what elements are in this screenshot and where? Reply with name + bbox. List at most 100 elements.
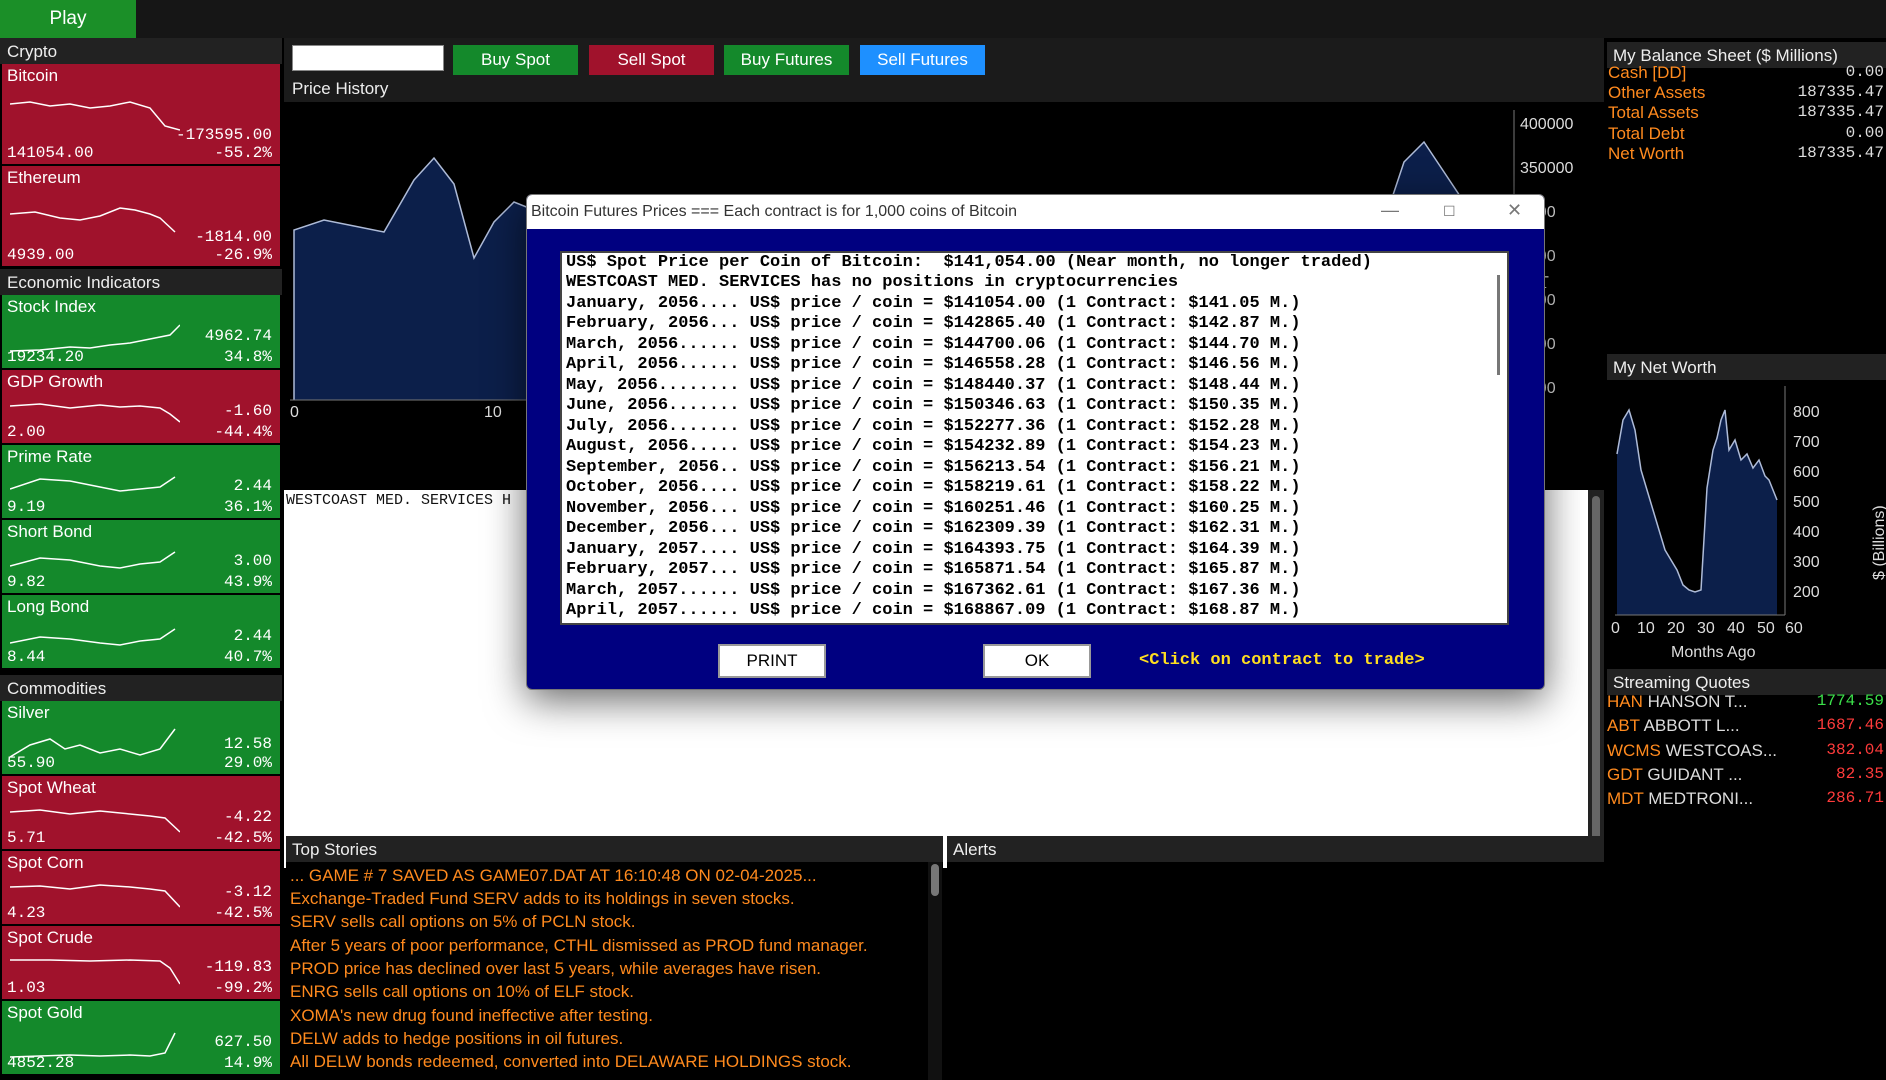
- quote-row[interactable]: MDT MEDTRONI... 286.71: [1607, 789, 1886, 813]
- quote-name: ABBOTT L...: [1643, 716, 1740, 735]
- x-tick-label: 60: [1785, 620, 1803, 637]
- contract-row[interactable]: June, 2056....... US$ price / coin = $15…: [566, 396, 1301, 415]
- sell-futures-button[interactable]: Sell Futures: [860, 45, 985, 75]
- sparkline: [10, 207, 176, 233]
- contract-row[interactable]: April, 2057...... US$ price / coin = $16…: [566, 601, 1301, 620]
- tile-spot-crude[interactable]: Spot Crude -119.83 1.03 -99.2%: [2, 926, 280, 1001]
- tile-value: -4.22: [223, 808, 272, 826]
- buy-spot-button[interactable]: Buy Spot: [453, 45, 578, 75]
- contract-row[interactable]: July, 2056....... US$ price / coin = $15…: [566, 417, 1301, 436]
- contract-row[interactable]: April, 2056...... US$ price / coin = $14…: [566, 355, 1301, 374]
- quote-row[interactable]: GDT GUIDANT ... 82.35: [1607, 765, 1886, 789]
- tile-pct: 40.7%: [223, 648, 272, 666]
- contract-row[interactable]: October, 2056.... US$ price / coin = $15…: [566, 478, 1301, 497]
- contract-row[interactable]: November, 2056... US$ price / coin = $16…: [566, 499, 1301, 518]
- tile-pct: 14.9%: [223, 1054, 272, 1072]
- balance-value: 187335.47: [1797, 144, 1884, 162]
- scroll-thumb[interactable]: [1497, 275, 1500, 375]
- futures-list[interactable]: US$ Spot Price per Coin of Bitcoin: $141…: [560, 251, 1509, 625]
- quote-name: GUIDANT ...: [1647, 765, 1743, 784]
- buy-futures-button[interactable]: Buy Futures: [724, 45, 849, 75]
- contract-row[interactable]: January, 2057.... US$ price / coin = $16…: [566, 540, 1301, 559]
- tile-name: Long Bond: [7, 597, 90, 616]
- quote-row[interactable]: WCMS WESTCOAS... 382.04: [1607, 741, 1886, 765]
- tile-stock-index[interactable]: Stock Index 4962.74 19234.20 34.8%: [2, 295, 280, 370]
- balance-value: 187335.47: [1797, 83, 1884, 101]
- quantity-input[interactable]: [292, 45, 444, 71]
- contract-row[interactable]: February, 2057... US$ price / coin = $16…: [566, 560, 1301, 579]
- tile-name: Prime Rate: [7, 447, 93, 466]
- alerts-header: Alerts: [947, 836, 1604, 862]
- y-tick-label: 700: [1793, 434, 1820, 451]
- tile-short-bond[interactable]: Short Bond 3.00 9.82 43.9%: [2, 520, 280, 595]
- contract-row[interactable]: September, 2056.. US$ price / coin = $15…: [566, 458, 1301, 477]
- tile-value: 3.00: [233, 552, 272, 570]
- story-item[interactable]: DELW adds to hedge positions in oil futu…: [290, 1029, 623, 1049]
- story-item[interactable]: ENRG sells call options on 10% of ELF st…: [290, 982, 634, 1002]
- story-item[interactable]: ... GAME # 7 SAVED AS GAME07.DAT AT 16:1…: [290, 866, 817, 886]
- quote-symbol: WCMS: [1607, 741, 1661, 760]
- tile-ethereum[interactable]: Ethereum -1814.00 4939.00 -26.9%: [2, 166, 280, 268]
- futures-dialog: Bitcoin Futures Prices === Each contract…: [526, 194, 1545, 690]
- tile-base: 8.44: [7, 648, 46, 666]
- story-item[interactable]: PROD price has declined over last 5 year…: [290, 959, 821, 979]
- scroll-thumb[interactable]: [931, 864, 939, 896]
- minimize-icon[interactable]: —: [1381, 200, 1399, 221]
- contract-row[interactable]: May, 2056........ US$ price / coin = $14…: [566, 376, 1301, 395]
- maximize-icon[interactable]: ☐: [1443, 203, 1456, 220]
- right-panel: My Balance Sheet ($ Millions) Cash [DD] 0…: [1607, 38, 1886, 1080]
- tile-bitcoin[interactable]: Bitcoin -173595.00 141054.00 -55.2%: [2, 64, 280, 166]
- top-bar: Play: [0, 0, 1886, 38]
- tile-base: 4.23: [7, 904, 46, 922]
- story-item[interactable]: SERV sells call options on 5% of PCLN st…: [290, 912, 636, 932]
- contract-row[interactable]: March, 2056...... US$ price / coin = $14…: [566, 335, 1301, 354]
- stories-scrollbar[interactable]: [928, 862, 942, 1080]
- close-icon[interactable]: ✕: [1507, 200, 1522, 221]
- story-item[interactable]: All DELW bonds redeemed, converted into …: [290, 1052, 852, 1072]
- scroll-thumb[interactable]: [1592, 496, 1600, 856]
- net-worth-chart: 0 10 20 30 40 50 60 Months Ago 800 700 6…: [1607, 380, 1886, 698]
- tile-value: 12.58: [223, 735, 272, 753]
- story-item[interactable]: After 5 years of poor performance, CTHL …: [290, 936, 868, 956]
- story-item[interactable]: Exchange-Traded Fund SERV adds to its ho…: [290, 889, 795, 909]
- tile-name: Short Bond: [7, 522, 93, 541]
- x-tick-label: 10: [1637, 620, 1655, 637]
- balance-label: Cash [DD]: [1608, 63, 1687, 82]
- tile-base: 4852.28: [7, 1054, 75, 1072]
- story-item[interactable]: XOMA's new drug found ineffective after …: [290, 1006, 653, 1026]
- tile-pct: 43.9%: [223, 573, 272, 591]
- tile-spot-corn[interactable]: Spot Corn -3.12 4.23 -42.5%: [2, 851, 280, 926]
- balance-row: Other Assets 187335.47: [1607, 83, 1886, 103]
- quote-row[interactable]: HAN HANSON T... 1774.59: [1607, 692, 1886, 716]
- tile-spot-wheat[interactable]: Spot Wheat -4.22 5.71 -42.5%: [2, 776, 280, 851]
- contract-row[interactable]: August, 2056..... US$ price / coin = $15…: [566, 437, 1301, 456]
- info-scrollbar[interactable]: [1588, 490, 1604, 868]
- contract-row[interactable]: December, 2056... US$ price / coin = $16…: [566, 519, 1301, 538]
- balance-label: Net Worth: [1608, 144, 1685, 163]
- crypto-header: Crypto: [0, 38, 282, 64]
- sell-spot-button[interactable]: Sell Spot: [589, 45, 714, 75]
- contract-row[interactable]: January, 2056.... US$ price / coin = $14…: [566, 294, 1301, 313]
- ok-button[interactable]: OK: [983, 644, 1091, 678]
- quote-row[interactable]: ABT ABBOTT L... 1687.46: [1607, 716, 1886, 740]
- tile-long-bond[interactable]: Long Bond 2.44 8.44 40.7%: [2, 595, 280, 670]
- contract-row[interactable]: February, 2056... US$ price / coin = $14…: [566, 314, 1301, 333]
- play-button[interactable]: Play: [0, 0, 136, 38]
- list-scrollbar[interactable]: [1493, 255, 1505, 621]
- tile-pct: 36.1%: [223, 498, 272, 516]
- x-tick-label: 50: [1757, 620, 1775, 637]
- tile-gdp-growth[interactable]: GDP Growth -1.60 2.00 -44.4%: [2, 370, 280, 445]
- tile-spot-gold[interactable]: Spot Gold 627.50 4852.28 14.9%: [2, 1001, 280, 1076]
- tile-prime-rate[interactable]: Prime Rate 2.44 9.19 36.1%: [2, 445, 280, 520]
- alerts-panel: [947, 862, 1604, 1080]
- tile-name: Stock Index: [7, 297, 96, 316]
- tile-value: 2.44: [233, 627, 272, 645]
- balance-label: Total Debt: [1608, 124, 1685, 143]
- tile-silver[interactable]: Silver 12.58 55.90 29.0%: [2, 701, 280, 776]
- y-tick-label: 350000: [1520, 160, 1574, 177]
- top-stories-header: Top Stories: [286, 836, 943, 862]
- print-button[interactable]: PRINT: [718, 644, 826, 678]
- tile-value: -119.83: [204, 958, 272, 976]
- contract-row[interactable]: March, 2057...... US$ price / coin = $16…: [566, 581, 1301, 600]
- net-worth-header: My Net Worth: [1607, 354, 1886, 380]
